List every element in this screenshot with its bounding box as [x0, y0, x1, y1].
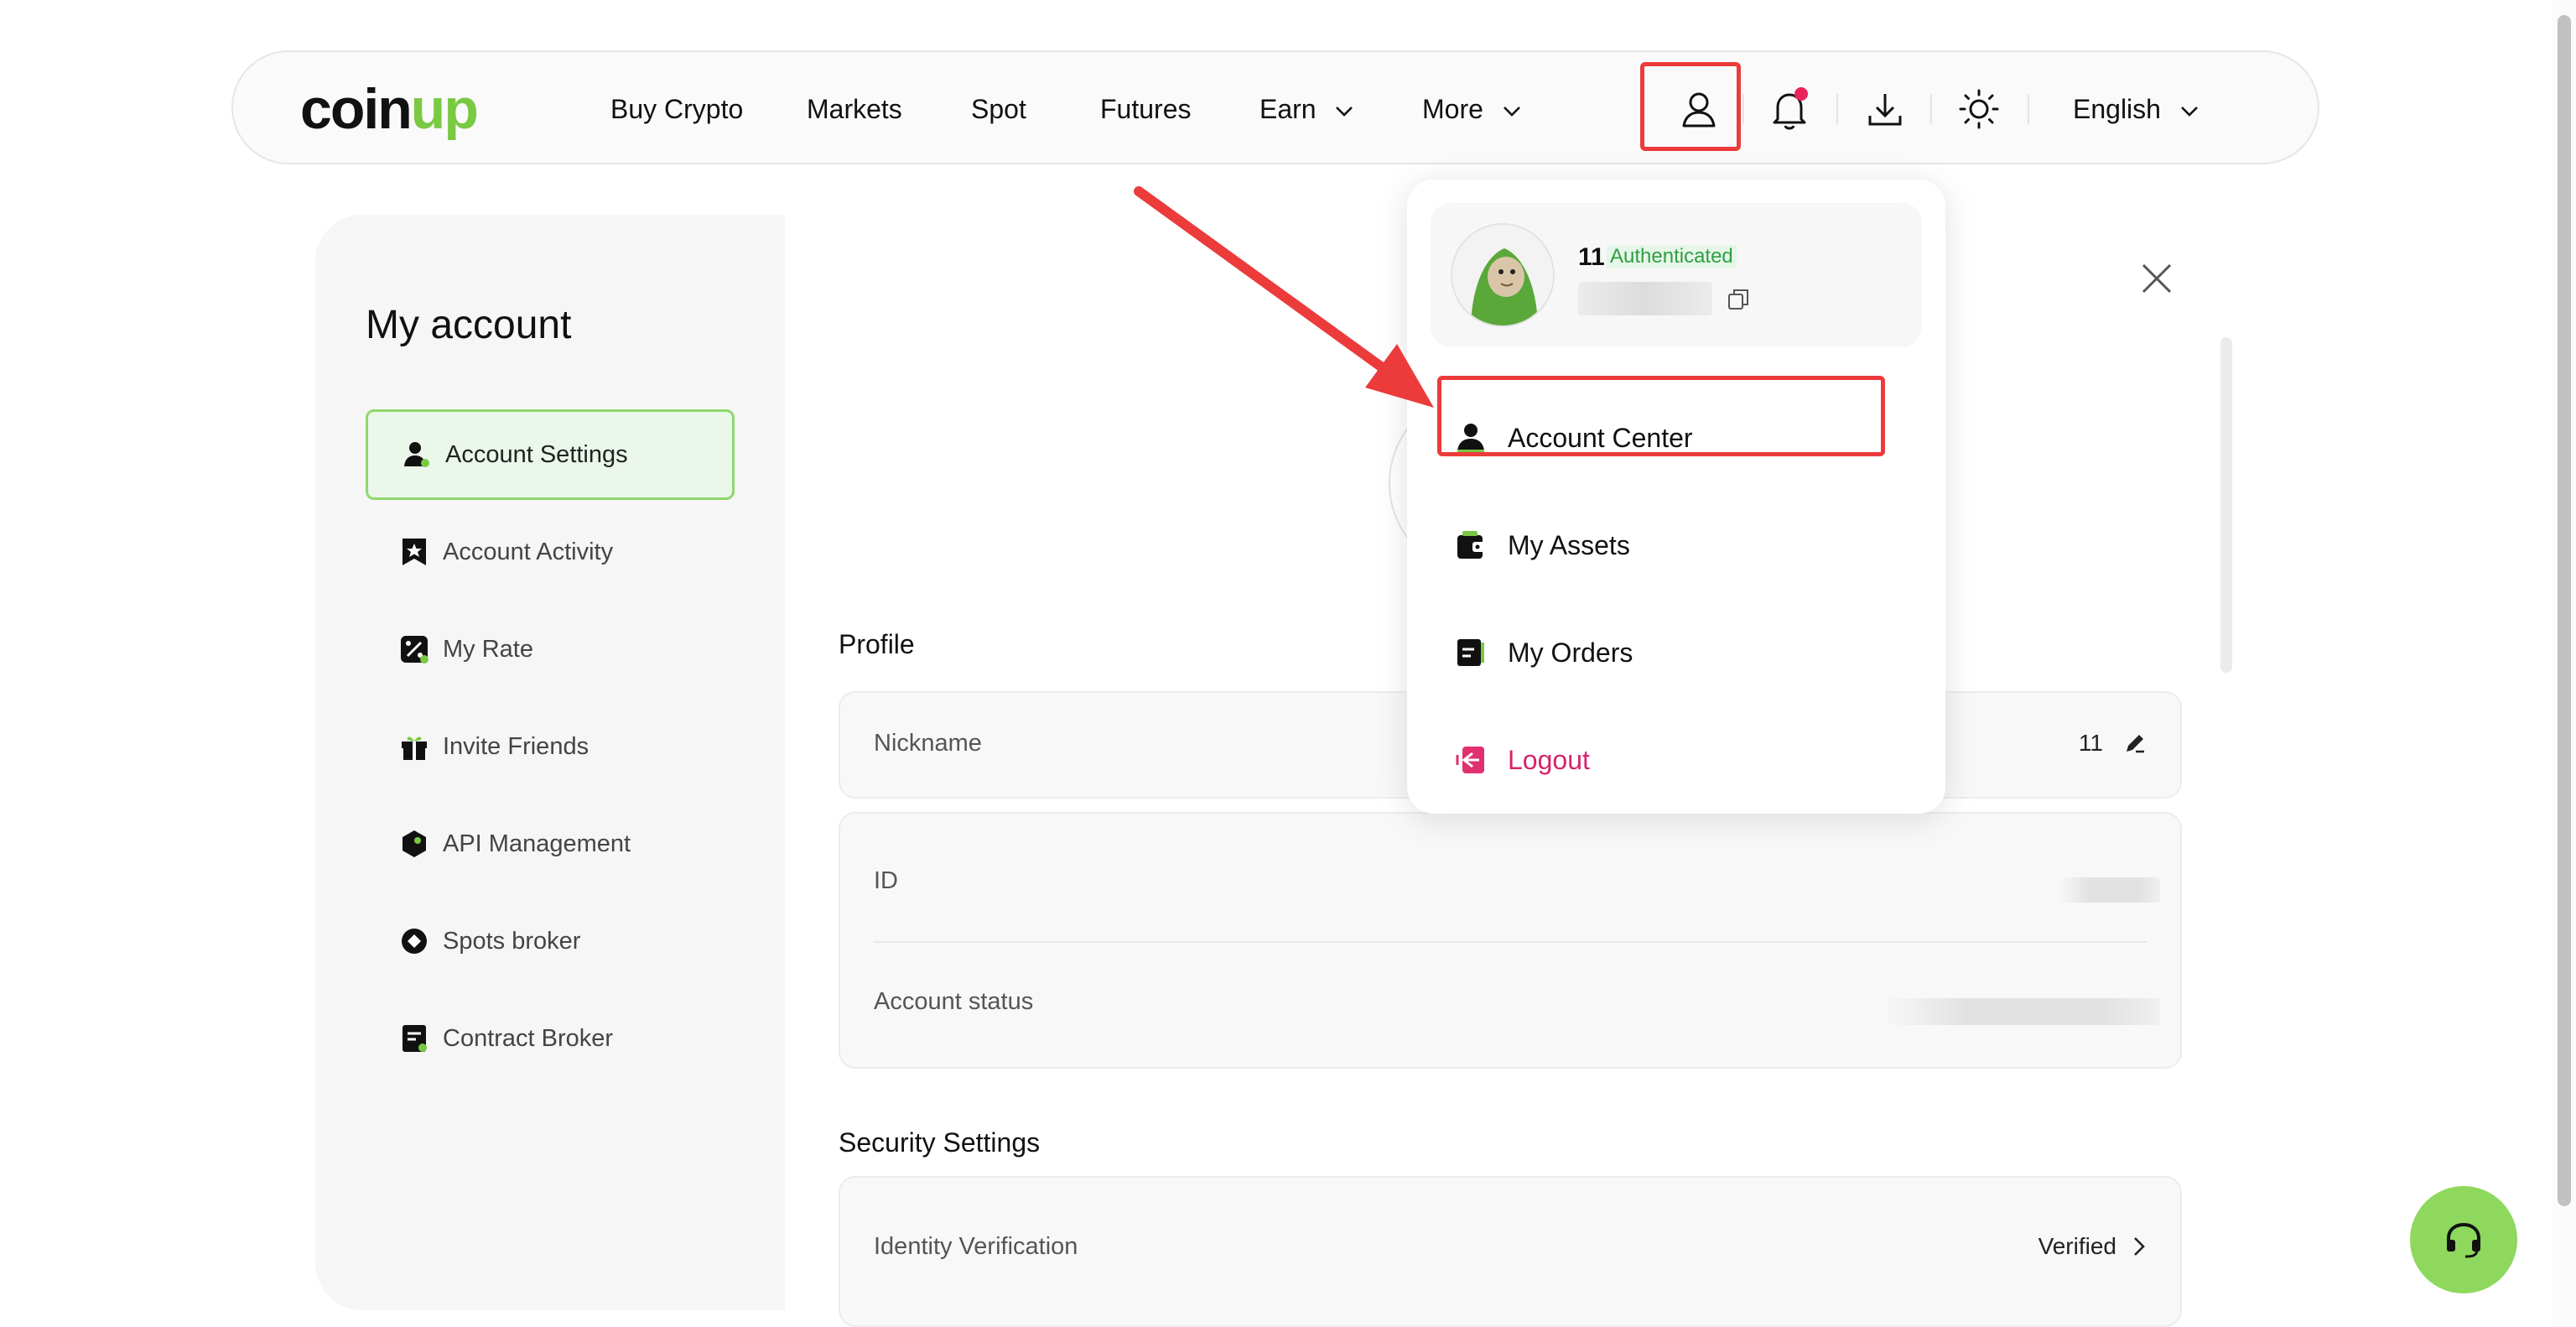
spot-circle-icon — [402, 929, 427, 954]
id-status-card: ID Account status — [839, 812, 2182, 1069]
page-scrollbar-thumb[interactable] — [2558, 15, 2571, 1206]
sidebar-item-invite-friends[interactable]: Invite Friends — [366, 701, 735, 792]
nav-earn-label: Earn — [1259, 94, 1317, 124]
copy-icon[interactable] — [1726, 287, 1751, 312]
sidebar-item-label: Spots broker — [443, 927, 581, 955]
identity-verification-card[interactable]: Identity Verification Verified — [839, 1176, 2182, 1327]
sidebar-item-contract-broker[interactable]: Contract Broker — [366, 993, 735, 1084]
menu-item-label: My Orders — [1508, 637, 1633, 668]
user-icon-highlight — [1640, 62, 1741, 151]
sidebar-title: My account — [366, 303, 572, 347]
nav-more[interactable]: More — [1422, 89, 1521, 129]
orders-icon — [1457, 639, 1484, 666]
contract-icon — [402, 1025, 427, 1052]
header-divider — [1836, 94, 1838, 124]
close-icon[interactable] — [2138, 260, 2175, 297]
chevron-down-icon — [2180, 106, 2198, 117]
account-status-label: Account status — [874, 988, 1034, 1015]
profile-section-title: Profile — [839, 629, 915, 659]
account-status-blurred — [1883, 998, 2160, 1025]
identity-label: Identity Verification — [874, 1233, 1078, 1260]
sun-icon — [1959, 89, 1999, 129]
download-icon — [1868, 94, 1902, 126]
id-label: ID — [874, 867, 898, 894]
notifications-button[interactable] — [1766, 86, 1813, 133]
sidebar-item-account-activity[interactable]: Account Activity — [366, 507, 735, 597]
menu-item-label: Logout — [1508, 744, 1590, 775]
page: coinup Buy Crypto Markets Spot Futures E… — [0, 0, 2576, 1327]
sidebar-item-account-settings[interactable]: Account Settings — [366, 409, 735, 500]
sidebar-item-label: Invite Friends — [443, 732, 589, 760]
logo-text-coin: coin — [300, 77, 413, 141]
sidebar-item-label: Account Activity — [443, 538, 614, 565]
menu-item-label: My Assets — [1508, 529, 1630, 560]
header-divider — [2028, 94, 2029, 124]
sidebar-item-label: API Management — [443, 830, 631, 857]
security-section-title: Security Settings — [839, 1127, 1041, 1158]
sidebar-item-label: My Rate — [443, 635, 533, 663]
identity-status-value: Verified — [2038, 1233, 2116, 1259]
nav-futures[interactable]: Futures — [1100, 89, 1191, 129]
sidebar-item-my-rate[interactable]: My Rate — [366, 604, 735, 695]
id-value-blurred — [2059, 877, 2160, 903]
nav-earn[interactable]: Earn — [1259, 89, 1353, 129]
identity-value-group[interactable]: Verified — [2038, 1233, 2147, 1260]
user-dropdown-menu: 11 Authenticated Account Center My Asset… — [1407, 180, 1945, 814]
notification-dot — [1794, 87, 1808, 101]
top-navbar: coinup Buy Crypto Markets Spot Futures E… — [231, 50, 2319, 164]
user-id-blurred — [1578, 282, 1712, 315]
nav-markets[interactable]: Markets — [807, 89, 902, 129]
menu-item-my-assets[interactable]: My Assets — [1454, 520, 1630, 570]
edit-pencil-icon[interactable] — [2123, 731, 2147, 755]
chevron-down-icon — [1336, 106, 1353, 117]
header-divider — [1930, 94, 1932, 124]
sidebar-item-spots-broker[interactable]: Spots broker — [366, 896, 735, 986]
nickname-value-group: 11 — [2079, 730, 2147, 757]
wallet-icon — [1457, 531, 1486, 559]
coinup-logo[interactable]: coinup — [300, 81, 479, 138]
chevron-right-icon — [2134, 1237, 2145, 1256]
logo-text-up: up — [410, 77, 479, 141]
menu-item-my-orders[interactable]: My Orders — [1454, 627, 1633, 678]
panel-scrollbar[interactable] — [2220, 337, 2232, 673]
sidebar-item-api-management[interactable]: API Management — [366, 799, 735, 889]
nickname-value: 11 — [2078, 730, 2103, 756]
account-center-highlight — [1437, 376, 1885, 456]
user-summary-card: 11 Authenticated — [1431, 203, 1922, 347]
theme-toggle-button[interactable] — [1955, 86, 2002, 133]
download-app-button[interactable] — [1862, 86, 1909, 133]
sidebar-item-label: Account Settings — [445, 440, 628, 468]
menu-item-logout[interactable]: Logout — [1454, 735, 1590, 785]
sidebar-item-label: Contract Broker — [443, 1024, 614, 1052]
header-divider — [1742, 94, 1744, 124]
language-selector[interactable]: English — [2073, 89, 2199, 129]
api-hexagon-icon — [402, 830, 426, 857]
mascot-avatar-icon — [1452, 225, 1553, 325]
language-label: English — [2073, 94, 2161, 124]
authenticated-badge: Authenticated — [1607, 245, 1737, 268]
nav-buy-crypto[interactable]: Buy Crypto — [610, 89, 743, 129]
user-name: 11 — [1578, 243, 1605, 271]
user-settings-icon — [404, 442, 429, 467]
nickname-label: Nickname — [874, 730, 982, 757]
user-avatar — [1451, 223, 1555, 327]
row-divider — [874, 941, 2147, 943]
chevron-down-icon — [1503, 106, 1520, 117]
star-bookmark-icon — [402, 539, 426, 565]
nav-more-label: More — [1422, 94, 1483, 124]
percent-icon — [401, 636, 428, 664]
account-sidebar: My account Account Settings Account Acti… — [315, 215, 785, 1310]
gift-icon — [402, 736, 427, 760]
nav-spot[interactable]: Spot — [971, 89, 1026, 129]
customer-support-button[interactable] — [2410, 1186, 2517, 1293]
logout-icon — [1456, 747, 1484, 773]
headset-icon — [2447, 1222, 2480, 1258]
